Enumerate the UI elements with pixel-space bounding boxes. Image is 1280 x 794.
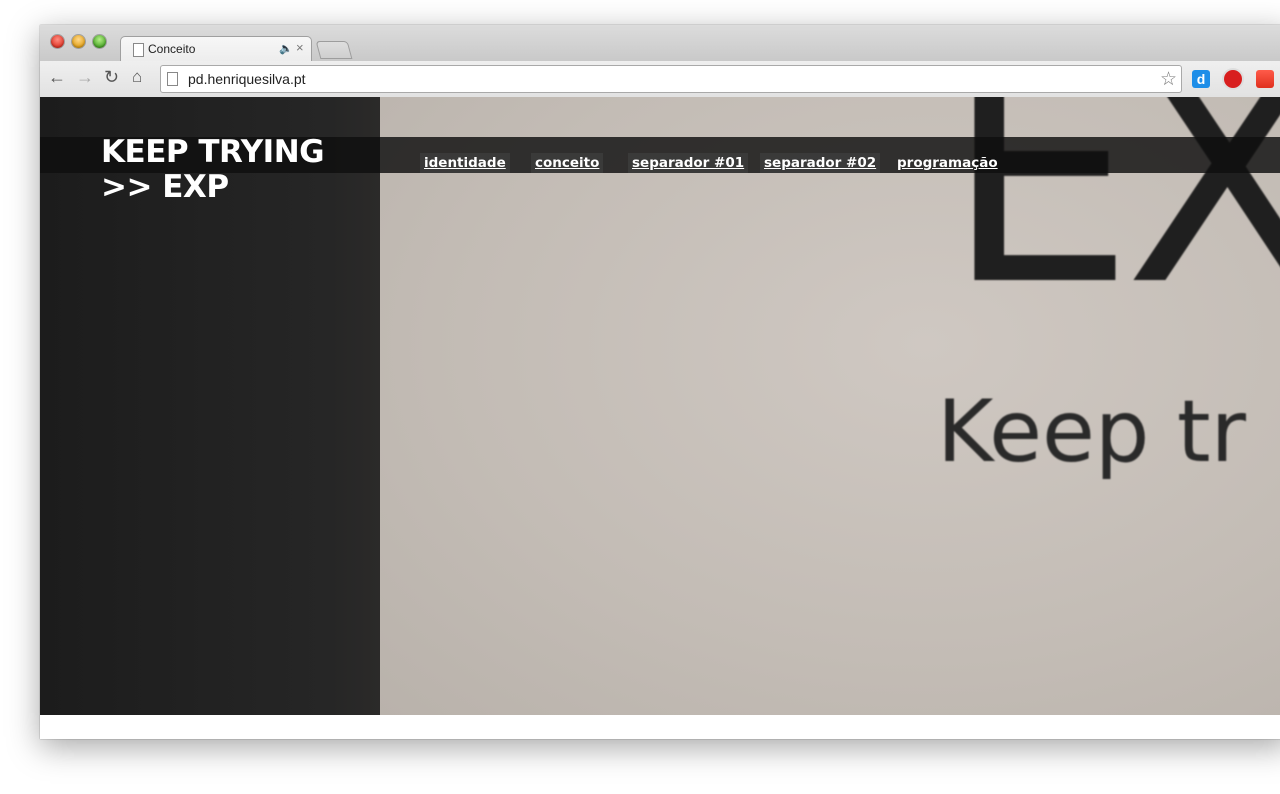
photo-text-large: EX (945, 97, 1280, 351)
tab-conceito[interactable]: Conceito 🔈 × (120, 36, 312, 63)
reload-icon[interactable]: ↻ (104, 67, 119, 87)
new-tab-button[interactable] (315, 41, 353, 59)
speaker-icon: 🔈 (279, 43, 293, 55)
menu-item-separador-02[interactable]: separador #02 (760, 153, 881, 173)
menu-item-programacao[interactable]: programação (893, 153, 1002, 173)
tab-close-icon[interactable]: × (296, 40, 304, 55)
close-window-button[interactable] (51, 35, 64, 48)
browser-toolbar: ← → ↻ ⌂ pd.henriquesilva.pt ☆ d (40, 61, 1280, 98)
stop-extension-icon[interactable] (1224, 70, 1242, 88)
back-arrow-icon[interactable]: ← (48, 67, 66, 87)
browser-window: Conceito 🔈 × ← → ↻ ⌂ pd.henriquesilva.pt… (40, 25, 1280, 739)
page-bottom-strip (40, 715, 1280, 739)
address-bar[interactable]: pd.henriquesilva.pt ☆ (160, 65, 1182, 93)
page-icon (133, 43, 144, 57)
menu-item-identidade[interactable]: identidade (420, 153, 510, 173)
page-icon (167, 72, 178, 86)
forward-arrow-icon[interactable]: → (76, 67, 94, 87)
titlebar: Conceito 🔈 × (40, 25, 1280, 63)
url-text[interactable]: pd.henriquesilva.pt (188, 71, 306, 87)
photo-text-small: Keep tr (937, 382, 1246, 482)
page-content: EX Keep tr KEEP TRYING >> EXP identidade… (40, 97, 1280, 715)
bookmark-extension-icon[interactable] (1256, 70, 1274, 88)
menu-item-conceito[interactable]: conceito (531, 153, 604, 173)
home-icon[interactable]: ⌂ (132, 67, 142, 87)
menu-item-separador-01[interactable]: separador #01 (628, 153, 749, 173)
minimize-window-button[interactable] (72, 35, 85, 48)
tab-title: Conceito (148, 42, 196, 56)
maximize-window-button[interactable] (93, 35, 106, 48)
bookmark-star-icon[interactable]: ☆ (1160, 68, 1177, 91)
site-title[interactable]: KEEP TRYING >> EXP (101, 135, 371, 205)
d-extension-icon[interactable]: d (1192, 70, 1210, 88)
